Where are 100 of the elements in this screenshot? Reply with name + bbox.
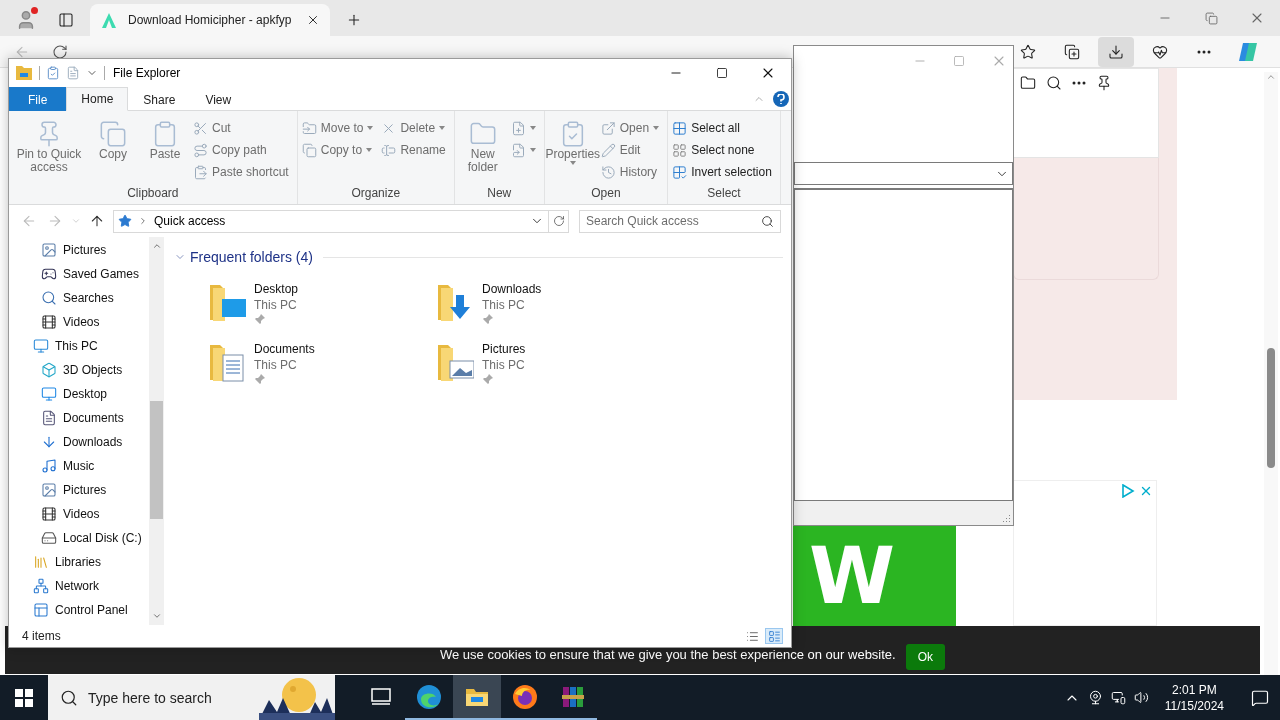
restore-icon: [1204, 11, 1218, 25]
more-icon: [1072, 81, 1086, 85]
swirl-logo-icon: [416, 683, 442, 710]
file-menu-tab[interactable]: File: [9, 87, 67, 111]
folder-tile[interactable]: Documents This PC: [208, 341, 436, 385]
nav-item[interactable]: Desktop: [9, 382, 149, 406]
scroll-up-icon: [1266, 72, 1276, 82]
clock[interactable]: 2:01 PM 11/15/2024: [1156, 681, 1232, 714]
ribbon-button[interactable]: Select none: [672, 140, 776, 160]
taskbar-search-field[interactable]: Type here to search: [48, 675, 335, 720]
speaker-icon: [1133, 690, 1149, 705]
nav-item[interactable]: Pictures: [9, 478, 149, 502]
ribbon-tab[interactable]: Share: [128, 87, 191, 111]
down-arrow-icon: [41, 434, 57, 450]
pin-icon: [482, 313, 494, 325]
ribbon-tab[interactable]: Home: [66, 87, 129, 111]
nav-item[interactable]: Videos: [9, 310, 149, 334]
close-icon: [1139, 484, 1153, 498]
picture-view-icon: [767, 629, 781, 643]
pin-icon: [254, 313, 266, 325]
ribbon-button[interactable]: Invert selection: [672, 162, 776, 182]
folder-tile[interactable]: Downloads This PC: [436, 281, 664, 325]
heart-pulse-icon: [1152, 43, 1168, 60]
library-icon: [33, 554, 49, 570]
nav-item[interactable]: Libraries: [9, 550, 149, 574]
maximize-icon: [716, 67, 728, 79]
browser-tab[interactable]: Download Homicipher - apkfyp: [90, 4, 330, 36]
nav-item[interactable]: Videos: [9, 502, 149, 526]
address-field[interactable]: Quick access: [113, 209, 549, 233]
properties-icon: [46, 66, 60, 80]
search-field[interactable]: Search Quick access: [579, 209, 781, 233]
task-view-icon: [371, 687, 391, 706]
large-icons-view-button[interactable]: [765, 628, 783, 644]
maximize-icon: [953, 55, 965, 67]
open-icon: [600, 120, 616, 136]
group-label: Clipboard: [126, 186, 180, 202]
ad-letter: W: [809, 531, 896, 621]
nav-item[interactable]: Saved Games: [9, 262, 149, 286]
gamepad-icon: [41, 266, 57, 282]
taskbar-app[interactable]: [453, 675, 501, 720]
ad-choices-icon[interactable]: [1121, 484, 1135, 498]
window-title: File Explorer: [113, 66, 181, 80]
network-icon: [1110, 690, 1126, 705]
cube-icon: [41, 362, 57, 378]
favorites-icon: [1020, 43, 1036, 60]
film-icon: [41, 506, 57, 522]
nav-item[interactable]: 3D Objects: [9, 358, 149, 382]
nav-item[interactable]: Music: [9, 454, 149, 478]
nav-item[interactable]: Control Panel: [9, 598, 149, 622]
nav-item[interactable]: Network: [9, 574, 149, 598]
nav-item[interactable]: This PC: [9, 334, 149, 358]
nav-item[interactable]: Local Disk (C:): [9, 526, 149, 550]
ok-button[interactable]: Ok: [905, 644, 946, 670]
tab-actions-icon: [58, 12, 74, 28]
refresh-button[interactable]: [549, 209, 569, 233]
more-icon: [1197, 49, 1211, 54]
download-icon: [1108, 43, 1124, 60]
nav-scrollbar[interactable]: [149, 237, 164, 625]
pin-icon: [254, 373, 266, 385]
paste-icon: [193, 164, 208, 180]
camera-icon: [1087, 690, 1103, 705]
pencil-icon: [600, 142, 616, 158]
folder-tile[interactable]: Pictures This PC: [436, 341, 664, 385]
grid-check-icon: [672, 164, 688, 180]
list-icon: [745, 629, 759, 643]
path-icon: [193, 142, 208, 158]
up-icon: [89, 213, 105, 229]
section-header[interactable]: Frequent folders (4): [174, 249, 783, 265]
folder-icon: [465, 686, 489, 707]
new-folder-icon: [66, 66, 80, 80]
group-label: Organize: [350, 186, 402, 202]
scrollbar[interactable]: [1264, 72, 1278, 675]
forward-icon: [47, 213, 63, 229]
fox-logo-icon: [512, 683, 538, 710]
drive-icon: [41, 530, 57, 546]
scrollbar-thumb[interactable]: [1267, 348, 1275, 468]
cookie-notice: We use cookies to ensure that we give you the best experience on our website.: [439, 647, 896, 662]
ribbon-tab[interactable]: View: [190, 87, 247, 111]
search-icon: [1046, 75, 1062, 91]
folder-icon: [1020, 75, 1036, 91]
search-icon: [761, 214, 774, 228]
nav-item[interactable]: Searches: [9, 286, 149, 310]
help-icon[interactable]: [773, 90, 789, 107]
star-icon: [118, 214, 132, 228]
nav-item[interactable]: Downloads: [9, 430, 149, 454]
nav-item[interactable]: Documents: [9, 406, 149, 430]
clock-icon: [600, 164, 616, 180]
nav-item[interactable]: Pictures: [9, 238, 149, 262]
folder-arrow-icon: [301, 120, 317, 136]
group-label: New: [486, 186, 513, 202]
item-count: 4 items: [22, 629, 61, 643]
pin-icon: [1096, 75, 1112, 91]
resize-grip-icon[interactable]: [1001, 513, 1011, 523]
computer-icon: [33, 338, 49, 354]
ribbon-button[interactable]: Select all: [672, 118, 776, 138]
dropdown-field[interactable]: [794, 162, 1013, 185]
group-label: Select: [706, 186, 742, 202]
folder-tile[interactable]: Desktop This PC: [208, 281, 436, 325]
back-icon: [21, 213, 37, 229]
new-file-icon: [510, 120, 526, 136]
